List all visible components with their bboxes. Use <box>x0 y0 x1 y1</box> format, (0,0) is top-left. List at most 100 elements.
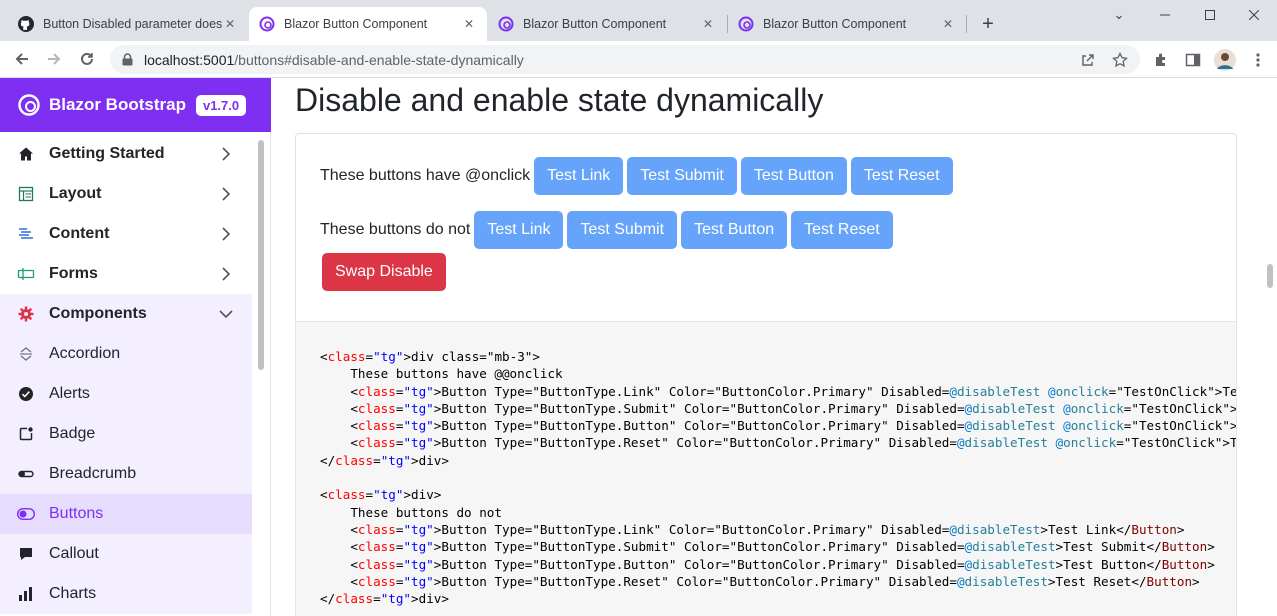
toggle-icon <box>17 505 35 523</box>
minimize-button[interactable] <box>1142 0 1188 30</box>
chevron-right-icon <box>222 227 231 241</box>
sidebar-item-content[interactable]: Content <box>0 214 252 254</box>
sidebar-item-label: Accordion <box>49 345 121 362</box>
blazor-icon <box>738 16 754 32</box>
sidebar-item-label: Getting Started <box>49 145 165 162</box>
tab-search-icon[interactable]: ⌄ <box>1096 0 1142 30</box>
accordion-icon <box>17 345 35 363</box>
main-content: Disable and enable state dynamically The… <box>271 78 1277 616</box>
sidebar-item-callout[interactable]: Callout <box>0 534 252 574</box>
sidebar-scrollbar[interactable] <box>258 140 264 370</box>
sidebar-item-label: Badge <box>49 425 96 442</box>
sidebar-item-layout[interactable]: Layout <box>0 174 252 214</box>
code-line: <class="tg">Button <box>320 383 487 399</box>
chevron-right-icon <box>222 147 231 161</box>
side-panel-icon[interactable] <box>1182 49 1204 71</box>
tab-title: Blazor Button Component <box>284 17 428 31</box>
close-tab-icon[interactable]: ✕ <box>461 16 477 32</box>
close-tab-icon[interactable]: ✕ <box>222 16 238 32</box>
code-line: <class="tg">Button <box>320 539 487 555</box>
code-line: These buttons do not <box>320 504 502 520</box>
sidebar-item-charts[interactable]: Charts <box>0 574 252 614</box>
sidebar-item-accordion[interactable]: Accordion <box>0 334 252 374</box>
browser-tab-2[interactable]: Blazor Button Component ✕ <box>249 7 487 41</box>
test-reset-button[interactable]: Test Reset <box>791 211 893 249</box>
row-label: These buttons have @onclick <box>320 167 531 184</box>
lock-icon <box>122 53 134 66</box>
extensions-icon[interactable] <box>1150 49 1172 71</box>
tab-title: Blazor Button Component <box>523 17 667 31</box>
test-submit-button[interactable]: Test Submit <box>627 157 737 195</box>
brand-header[interactable]: Blazor Bootstrap v1.7.0 <box>0 78 271 132</box>
address-bar: localhost:5001/buttons#disable-and-enabl… <box>0 41 1277 78</box>
sidebar-item-label: Alerts <box>49 385 90 402</box>
close-tab-icon[interactable]: ✕ <box>700 16 716 32</box>
page-scrollbar[interactable] <box>1267 264 1273 288</box>
bookmark-star-icon[interactable] <box>1110 50 1130 70</box>
layout-icon <box>17 185 35 203</box>
test-button-button[interactable]: Test Button <box>740 157 847 195</box>
test-reset-button[interactable]: Test Reset <box>850 157 953 195</box>
close-tab-icon[interactable]: ✕ <box>940 16 956 32</box>
profile-avatar[interactable] <box>1214 49 1236 71</box>
back-button[interactable] <box>10 47 34 71</box>
sidebar-item-buttons[interactable]: Buttons <box>0 494 252 534</box>
sidebar-item-label: Content <box>49 225 110 242</box>
tab-strip: Button Disabled parameter doesn't ✕ Blaz… <box>0 0 1277 41</box>
forward-button[interactable] <box>42 47 66 71</box>
sidebar-item-forms[interactable]: Forms <box>0 254 252 294</box>
sidebar-item-label: Buttons <box>49 505 104 522</box>
browser-tab-3[interactable]: Blazor Button Component ✕ <box>488 7 726 41</box>
check-circle-icon <box>17 385 35 403</box>
test-submit-button[interactable]: Test Submit <box>567 211 678 249</box>
new-tab-button[interactable]: + <box>976 12 1000 36</box>
code-line: <class="tg">div <box>320 349 434 364</box>
breadcrumb-icon <box>17 465 35 483</box>
sidebar-item-alerts[interactable]: Alerts <box>0 374 252 414</box>
row-label: These buttons do not <box>320 221 471 238</box>
test-link-button[interactable]: Test Link <box>534 157 624 195</box>
reload-button[interactable] <box>75 47 99 71</box>
sidebar-item-label: Charts <box>49 585 97 602</box>
test-button-button[interactable]: Test Button <box>681 211 788 249</box>
code-line: <class="tg">Button <box>320 400 487 416</box>
browser-tab-4[interactable]: Blazor Button Component ✕ <box>728 7 966 41</box>
test-link-button[interactable]: Test Link <box>474 211 564 249</box>
chevron-right-icon <box>222 187 231 201</box>
tab-title: Button Disabled parameter doesn't <box>43 17 222 31</box>
button-row-with-onclick: These buttons have @onclick Test Link Te… <box>320 157 957 195</box>
github-icon <box>18 16 34 32</box>
badge-icon <box>17 425 35 443</box>
chevron-right-icon <box>222 267 231 281</box>
chevron-down-icon <box>219 310 233 319</box>
url-host: localhost:5001 <box>144 51 235 68</box>
sidebar-item-components[interactable]: Components <box>0 294 252 334</box>
sidebar-item-label: Layout <box>49 185 102 202</box>
url-field[interactable]: localhost:5001/buttons#disable-and-enabl… <box>110 45 1140 74</box>
sidebar: Getting Started Layout Content Forms Com… <box>0 132 271 616</box>
share-icon[interactable] <box>1078 50 1098 70</box>
version-badge: v1.7.0 <box>195 94 247 116</box>
brand-name: Blazor Bootstrap <box>49 95 186 114</box>
sidebar-item-badge[interactable]: Badge <box>0 414 252 454</box>
sidebar-item-breadcrumb[interactable]: Breadcrumb <box>0 454 252 494</box>
tab-title: Blazor Button Component <box>763 17 907 31</box>
code-line: <class="tg">Button <box>320 573 487 589</box>
swap-row: Swap Disable <box>322 253 450 291</box>
section-heading: Disable and enable state dynamically <box>295 82 824 118</box>
sidebar-item-label: Breadcrumb <box>49 465 137 482</box>
browser-tab-1[interactable]: Button Disabled parameter doesn't ✕ <box>8 7 248 41</box>
close-window-button[interactable] <box>1231 0 1277 30</box>
home-icon <box>17 145 35 163</box>
sidebar-item-getting-started[interactable]: Getting Started <box>0 134 252 174</box>
swap-disable-button[interactable]: Swap Disable <box>322 253 446 291</box>
more-menu-icon[interactable] <box>1247 49 1269 71</box>
maximize-button[interactable] <box>1187 0 1233 30</box>
blazor-icon <box>498 16 514 32</box>
bar-chart-icon <box>17 585 35 603</box>
sidebar-item-label: Components <box>49 305 147 322</box>
code-block: <class="tg">div class="mb-3"> These butt… <box>295 321 1237 616</box>
sidebar-item-label: Callout <box>49 545 99 562</box>
gear-icon <box>17 305 35 323</box>
code-line: <class="tg">Button <box>320 521 487 537</box>
